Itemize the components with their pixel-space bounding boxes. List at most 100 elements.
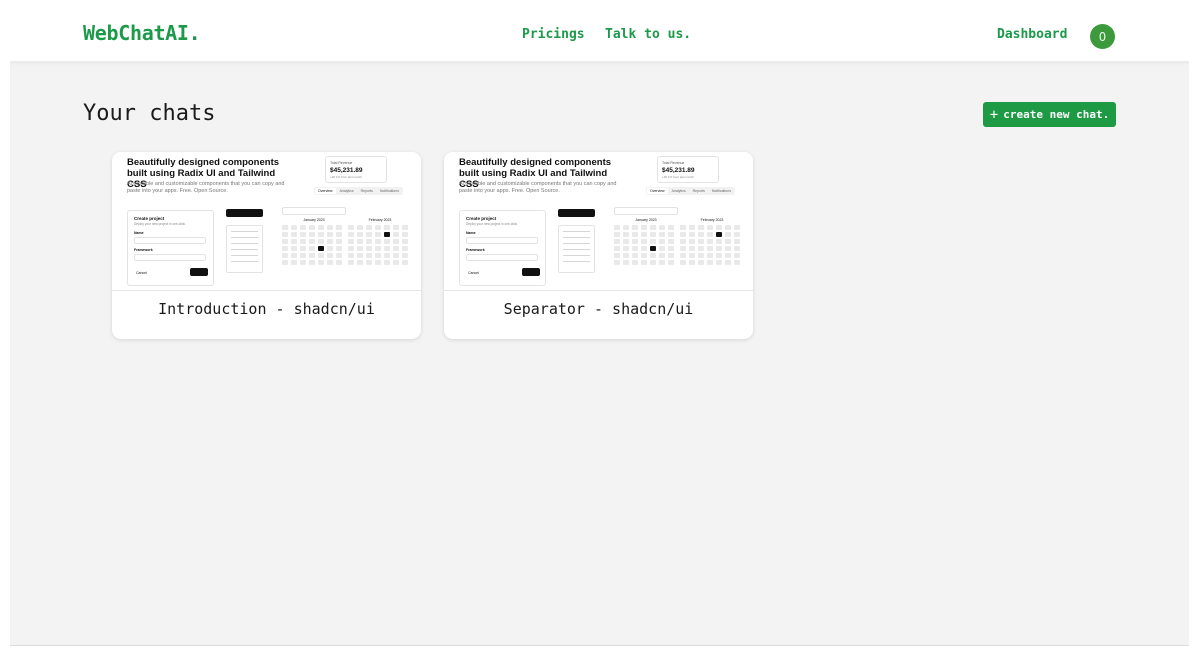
calendar-grid xyxy=(282,225,346,265)
calendar-day-cell xyxy=(614,232,620,237)
form-framework-label: Framework xyxy=(466,248,485,252)
calendar-day-cell xyxy=(357,253,363,258)
thumbnail-tabs: Overview Analytics Reports Notifications xyxy=(314,187,403,195)
calendar-day-cell xyxy=(300,225,306,230)
thumbnail-listbox xyxy=(226,225,263,273)
calendar-day-cell xyxy=(375,232,381,237)
calendar-day-cell xyxy=(282,260,288,265)
calendar-day-cell xyxy=(716,239,722,244)
calendar-day-cell xyxy=(375,253,381,258)
user-avatar[interactable]: O xyxy=(1090,24,1115,49)
calendar-day-cell xyxy=(393,246,399,251)
calendar-day-cell xyxy=(623,232,629,237)
calendar-day-cell xyxy=(348,253,354,258)
calendar-day-cell xyxy=(366,260,372,265)
form-framework-select xyxy=(466,254,538,261)
thumbnail-tabs: Overview Analytics Reports Notifications xyxy=(646,187,735,195)
calendar-day-cell xyxy=(659,239,665,244)
calendar-day-cell xyxy=(698,246,704,251)
calendar-day-cell xyxy=(348,260,354,265)
calendar-day-cell xyxy=(327,232,333,237)
calendar-day-cell xyxy=(309,239,315,244)
calendar-day-cell xyxy=(402,246,408,251)
calendar-day-cell xyxy=(348,225,354,230)
calendar-day-cell xyxy=(366,253,372,258)
calendar-day-cell xyxy=(291,225,297,230)
calendar-day-cell xyxy=(650,253,656,258)
calendar-day-cell xyxy=(336,253,342,258)
calendar-month: February 2023 xyxy=(700,218,724,222)
calendar-day-cell xyxy=(375,239,381,244)
form-deploy-button xyxy=(522,268,540,276)
calendar-day-cell xyxy=(734,246,740,251)
calendar-day-cell xyxy=(282,225,288,230)
calendar-day-cell xyxy=(734,239,740,244)
calendar-day-cell xyxy=(384,253,390,258)
thumbnail-revenue-card: Total Revenue $45,231.89 +20.1% from las… xyxy=(657,156,719,183)
thumbnail-tab: Notifications xyxy=(379,189,399,193)
calendar-day-cell xyxy=(348,239,354,244)
thumbnail-calendar: February 2023 xyxy=(680,218,744,288)
nav-link-talk-to-us[interactable]: Talk to us. xyxy=(605,27,691,42)
form-name-input xyxy=(466,237,538,244)
calendar-day-cell xyxy=(402,239,408,244)
calendar-day-cell xyxy=(641,246,647,251)
calendar-grid xyxy=(614,225,678,265)
calendar-day-cell xyxy=(366,225,372,230)
calendar-day-cell xyxy=(641,239,647,244)
calendar-day-cell xyxy=(668,239,674,244)
calendar-day-cell xyxy=(707,260,713,265)
calendar-day-cell xyxy=(659,253,665,258)
create-new-chat-button[interactable]: + create new chat. xyxy=(983,102,1116,127)
thumbnail-combobox xyxy=(558,209,595,217)
calendar-day-cell xyxy=(680,246,686,251)
calendar-day-cell xyxy=(641,225,647,230)
calendar-day-cell xyxy=(300,260,306,265)
calendar-day-cell xyxy=(725,225,731,230)
calendar-day-cell xyxy=(623,253,629,258)
thumbnail-form-card: Create project Deploy your new project i… xyxy=(459,210,546,286)
calendar-day-cell xyxy=(650,260,656,265)
calendar-day-cell xyxy=(716,260,722,265)
calendar-day-cell xyxy=(300,246,306,251)
calendar-day-cell xyxy=(650,225,656,230)
calendar-day-cell xyxy=(632,239,638,244)
calendar-day-cell xyxy=(318,260,324,265)
calendar-day-cell xyxy=(309,253,315,258)
top-navbar: WebChatAI. Pricings Talk to us. Dashboar… xyxy=(10,0,1189,62)
plus-icon: + xyxy=(989,106,999,123)
revenue-change: +20.1% from last month xyxy=(662,175,694,179)
calendar-day-cell xyxy=(632,246,638,251)
calendar-day-cell xyxy=(291,232,297,237)
revenue-value: $45,231.89 xyxy=(662,167,695,174)
calendar-day-cell xyxy=(336,246,342,251)
brand-logo[interactable]: WebChatAI. xyxy=(83,21,201,45)
calendar-day-cell xyxy=(402,253,408,258)
calendar-day-cell xyxy=(725,239,731,244)
calendar-day-cell xyxy=(318,232,324,237)
calendar-day-cell xyxy=(734,253,740,258)
nav-link-dashboard[interactable]: Dashboard xyxy=(997,27,1067,42)
thumbnail-revenue-card: Total Revenue $45,231.89 +20.1% from las… xyxy=(325,156,387,183)
calendar-day-cell xyxy=(375,260,381,265)
calendar-day-cell xyxy=(698,239,704,244)
calendar-day-cell xyxy=(659,232,665,237)
calendar-day-cell xyxy=(716,232,722,237)
calendar-day-cell xyxy=(393,225,399,230)
chat-card[interactable]: Beautifully designed components built us… xyxy=(444,152,753,339)
calendar-day-cell xyxy=(641,253,647,258)
calendar-day-cell xyxy=(300,239,306,244)
calendar-day-cell xyxy=(707,246,713,251)
chat-card-thumbnail: Beautifully designed components built us… xyxy=(444,152,753,291)
calendar-day-cell xyxy=(282,232,288,237)
calendar-day-cell xyxy=(291,246,297,251)
chat-card[interactable]: Beautifully designed components built us… xyxy=(112,152,421,339)
calendar-day-cell xyxy=(680,253,686,258)
form-title: Create project xyxy=(134,216,165,221)
calendar-day-cell xyxy=(659,225,665,230)
calendar-day-cell xyxy=(384,225,390,230)
calendar-day-cell xyxy=(689,253,695,258)
calendar-day-cell xyxy=(336,260,342,265)
thumbnail-tab: Overview xyxy=(315,188,336,194)
nav-link-pricings[interactable]: Pricings xyxy=(522,27,585,42)
